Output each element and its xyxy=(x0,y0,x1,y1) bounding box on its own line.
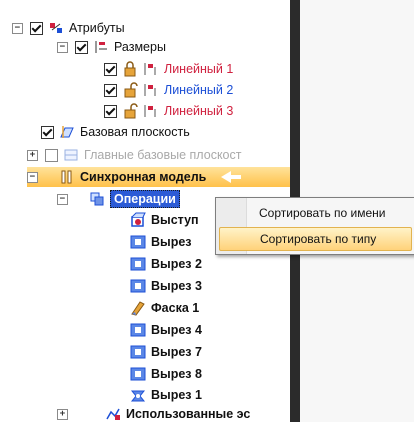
tree-item-cut-3[interactable]: Вырез 3 xyxy=(130,276,202,296)
tree-item-cut-1[interactable]: Вырез 1 xyxy=(130,385,202,405)
tree-item-extrude[interactable]: Выступ xyxy=(130,210,199,230)
menu-item-sort-by-name[interactable]: Сортировать по имени xyxy=(219,201,412,225)
cut-icon xyxy=(130,235,146,249)
planes-group-icon xyxy=(64,149,78,161)
tree-item-label: Использованные эс xyxy=(126,407,251,421)
tree-item-cut[interactable]: Вырез xyxy=(130,232,192,252)
attributes-icon xyxy=(50,23,62,33)
tree-item-label: Вырез 3 xyxy=(151,279,202,293)
tree-item-used-sketches[interactable]: + Использованные эс xyxy=(57,404,250,422)
expand-toggle[interactable]: + xyxy=(27,149,38,161)
collapse-toggle[interactable]: − xyxy=(57,193,68,205)
sketch-icon xyxy=(106,408,120,420)
tree-item-linear-2[interactable]: Линейный 2 xyxy=(104,80,233,100)
tree-item-cut-2[interactable]: Вырез 2 xyxy=(130,254,202,274)
base-plane-icon xyxy=(60,126,74,138)
unlocked-icon xyxy=(124,82,138,98)
tree-item-attributes[interactable]: − Атрибуты xyxy=(12,18,125,38)
tree-item-label: Атрибуты xyxy=(69,21,125,35)
tree-item-label: Вырез 1 xyxy=(151,388,202,402)
dimensions-icon xyxy=(95,41,107,53)
tree-item-linear-3[interactable]: Линейный 3 xyxy=(104,101,233,121)
unlocked-icon xyxy=(124,103,138,119)
tree-item-label: Вырез 2 xyxy=(151,257,202,271)
tree-item-label: Базовая плоскость xyxy=(80,125,190,139)
visibility-checkbox[interactable] xyxy=(30,21,43,35)
tree-item-dimensions[interactable]: − Размеры xyxy=(57,37,166,57)
context-menu: Сортировать по имени Сортировать по типу xyxy=(215,197,414,255)
tree-item-cut-7[interactable]: Вырез 7 xyxy=(130,342,202,362)
visibility-checkbox[interactable] xyxy=(104,104,117,118)
tree-item-main-base-planes[interactable]: + Главные базовые плоскост xyxy=(27,145,241,165)
tree-item-label: Операции xyxy=(110,190,180,208)
cut-icon xyxy=(130,345,146,359)
tree-item-label: Вырез 8 xyxy=(151,367,202,381)
tree-item-label: Выступ xyxy=(151,213,199,227)
linear-dimension-icon xyxy=(144,63,156,75)
tree-item-cut-8[interactable]: Вырез 8 xyxy=(130,364,202,384)
visibility-checkbox[interactable] xyxy=(41,125,54,139)
tree-item-label: Линейный 3 xyxy=(164,104,234,118)
tree-item-chamfer-1[interactable]: Фаска 1 xyxy=(130,298,199,318)
lock-icon xyxy=(124,61,136,77)
collapse-toggle[interactable]: − xyxy=(27,171,38,183)
cut-icon xyxy=(130,323,146,337)
cut-revolve-icon xyxy=(130,390,146,402)
tree-item-operations[interactable]: − Операции xyxy=(57,189,180,209)
tree-item-label: Вырез 4 xyxy=(151,323,202,337)
linear-dimension-icon xyxy=(144,84,156,96)
visibility-checkbox[interactable] xyxy=(45,148,58,162)
tree-item-label: Вырез 7 xyxy=(151,345,202,359)
cut-icon xyxy=(130,367,146,381)
linear-dimension-icon xyxy=(144,105,156,117)
collapse-toggle[interactable]: − xyxy=(12,22,23,34)
tree-item-label: Синхронная модель xyxy=(80,170,207,184)
tree-item-base-plane[interactable]: Базовая плоскость xyxy=(41,122,190,142)
tree-item-label: Вырез xyxy=(151,235,192,249)
extrude-icon xyxy=(131,212,146,227)
chamfer-icon xyxy=(131,301,145,316)
tree-item-label: Линейный 2 xyxy=(164,83,234,97)
operations-icon xyxy=(90,192,104,206)
cut-icon xyxy=(130,279,146,293)
visibility-checkbox[interactable] xyxy=(104,83,117,97)
tree-item-label: Главные базовые плоскост xyxy=(84,148,242,162)
tree-item-label: Линейный 1 xyxy=(164,62,234,76)
collapse-toggle[interactable]: − xyxy=(57,41,68,53)
cut-icon xyxy=(130,257,146,271)
tree-item-label: Размеры xyxy=(114,40,166,54)
tree-item-label: Фаска 1 xyxy=(151,301,200,315)
tree-item-linear-1[interactable]: Линейный 1 xyxy=(104,59,233,79)
visibility-checkbox[interactable] xyxy=(75,40,88,54)
tree-item-cut-4[interactable]: Вырез 4 xyxy=(130,320,202,340)
expand-toggle[interactable]: + xyxy=(57,408,68,420)
tree-item-sync-model[interactable]: − Синхронная модель xyxy=(27,167,290,187)
visibility-checkbox[interactable] xyxy=(104,62,117,76)
arrow-left-icon xyxy=(221,171,242,183)
menu-item-sort-by-type[interactable]: Сортировать по типу xyxy=(219,227,412,251)
sync-model-icon xyxy=(61,170,72,184)
